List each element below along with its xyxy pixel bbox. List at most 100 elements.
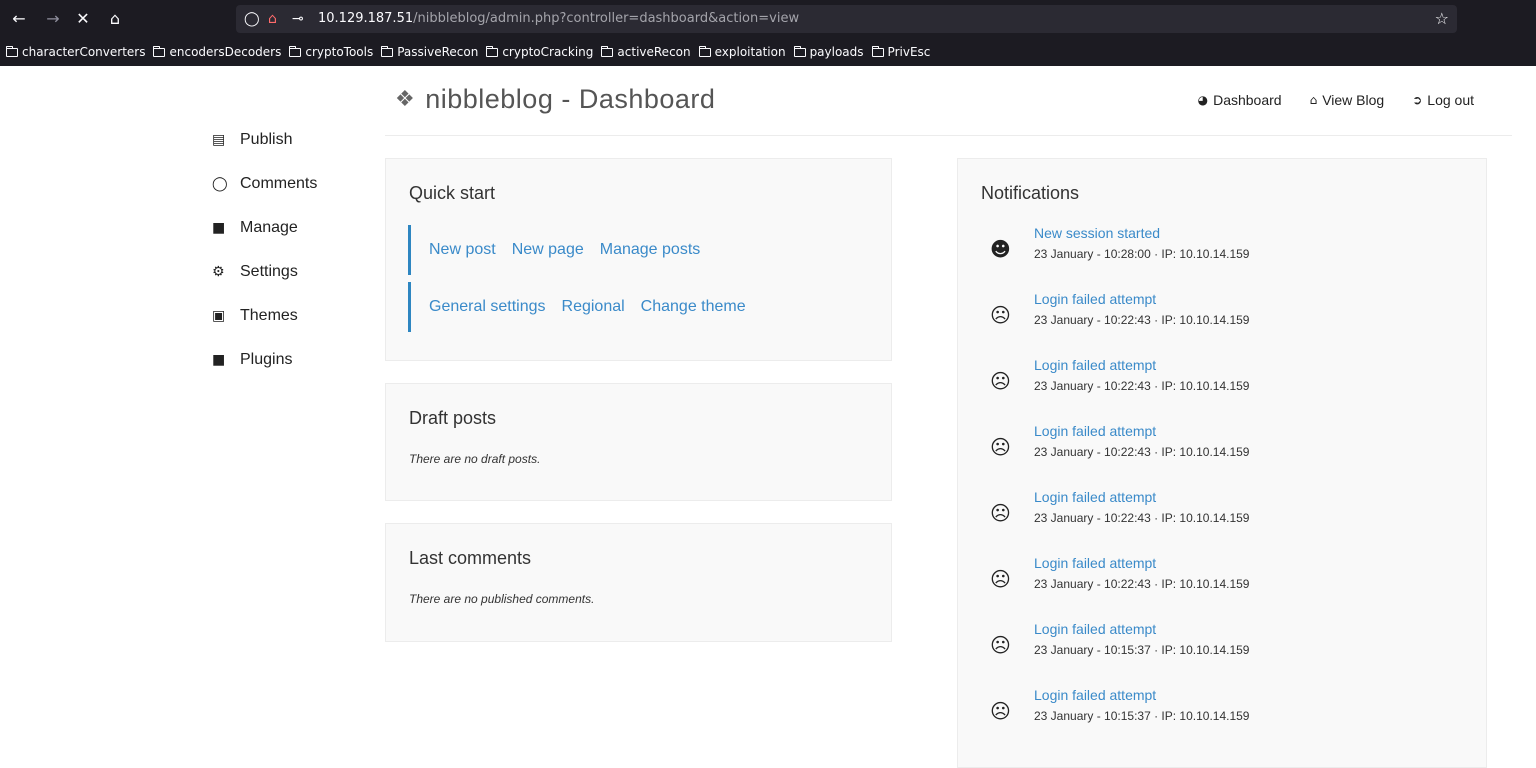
page-title-text: nibbleblog - Dashboard	[425, 84, 716, 114]
sidebar-item-themes[interactable]: ▣ Themes	[212, 294, 317, 338]
notification-title-link[interactable]: Login failed attempt	[1034, 357, 1156, 373]
url-host: 10.129.187.51	[318, 11, 414, 26]
sidebar-item-manage[interactable]: ■ Manage	[212, 206, 317, 250]
back-icon[interactable]: ←	[8, 8, 30, 30]
comment-icon: ◯	[212, 176, 228, 192]
sidebar-item-label: Manage	[240, 219, 298, 236]
bookmark-folder[interactable]: cryptoTools	[289, 45, 373, 59]
quick-start-row: General settings Regional Change theme	[408, 282, 762, 332]
notification-title-link[interactable]: Login failed attempt	[1034, 489, 1156, 505]
browser-toolbar: ← → ✕ ⌂ ◯ ⌂ ⊸ 10.129.187.51/nibbleblog/a…	[0, 0, 1536, 38]
url-text[interactable]: 10.129.187.51/nibbleblog/admin.php?contr…	[318, 9, 799, 29]
new-page-link[interactable]: New page	[512, 241, 584, 259]
regional-link[interactable]: Regional	[562, 298, 625, 316]
sidebar-item-comments[interactable]: ◯ Comments	[212, 162, 317, 206]
bookmark-label: activeRecon	[617, 45, 691, 59]
user-icon: ☻	[990, 237, 1011, 261]
new-post-link[interactable]: New post	[429, 241, 496, 259]
frown-icon: ☹	[990, 699, 1011, 723]
notification-title-link[interactable]: Login failed attempt	[1034, 555, 1156, 571]
home-icon[interactable]: ⌂	[104, 8, 126, 30]
logout-link[interactable]: ➲ Log out	[1412, 92, 1474, 108]
notification-meta: 23 January - 10:22:43 · IP: 10.10.14.159	[1034, 313, 1250, 327]
sidebar-item-label: Themes	[240, 307, 298, 324]
frown-icon: ☹	[990, 303, 1011, 327]
notifications-panel: Notifications ☻ New session started 23 Jan…	[957, 158, 1487, 768]
header-divider	[385, 135, 1512, 136]
notification-title-link[interactable]: Login failed attempt	[1034, 621, 1156, 637]
bookmark-label: exploitation	[714, 45, 786, 59]
shield-icon[interactable]: ◯	[244, 8, 260, 30]
dashboard-gauge-icon: ◕	[1197, 93, 1209, 107]
sidebar-item-label: Comments	[240, 175, 318, 192]
bookmark-folder[interactable]: payloads	[793, 45, 864, 59]
bookmark-folder[interactable]: PassiveRecon	[381, 45, 478, 59]
bookmark-label: characterConverters	[22, 45, 146, 59]
notification-title-link[interactable]: Login failed attempt	[1034, 687, 1156, 703]
notification-meta: 23 January - 10:22:43 · IP: 10.10.14.159	[1034, 379, 1250, 393]
notification-item: ☹ Login failed attempt 23 January - 10:22:…	[980, 357, 1460, 401]
notification-item: ☻ New session started 23 January - 10:28:0…	[980, 225, 1460, 269]
folder-icon	[6, 45, 18, 57]
notification-meta: 23 January - 10:22:43 · IP: 10.10.14.159	[1034, 511, 1250, 525]
frown-icon: ☹	[990, 633, 1011, 657]
notifications-title: Notifications	[981, 183, 1080, 203]
notification-meta: 23 January - 10:22:43 · IP: 10.10.14.159	[1034, 445, 1250, 459]
quick-start-title: Quick start	[409, 183, 496, 203]
sidebar: ▤ Publish ◯ Comments ■ Manage ⚙ Settings ▣ Th…	[212, 118, 317, 382]
last-comments-empty-message: There are no published comments.	[409, 592, 595, 606]
bookmark-label: PassiveRecon	[397, 45, 479, 59]
quick-start-panel: Quick start New post New page Manage pos…	[385, 158, 892, 361]
draft-posts-title: Draft posts	[409, 408, 497, 428]
stop-loading-icon[interactable]: ✕	[72, 8, 94, 30]
sidebar-item-label: Plugins	[240, 351, 293, 368]
forward-icon[interactable]: →	[42, 8, 64, 30]
bookmark-folder[interactable]: PrivEsc	[871, 45, 931, 59]
bookmark-label: cryptoTools	[305, 45, 374, 59]
frown-icon: ☹	[990, 435, 1011, 459]
folder-icon: ■	[212, 352, 226, 368]
bookmark-folder[interactable]: characterConverters	[6, 45, 145, 59]
notification-title-link[interactable]: New session started	[1034, 225, 1160, 241]
sidebar-item-settings[interactable]: ⚙ Settings	[212, 250, 317, 294]
sidebar-item-label: Publish	[240, 131, 293, 148]
bookmarks-toolbar: characterConverters encodersDecoders cry…	[0, 40, 1536, 64]
notification-item: ☹ Login failed attempt 23 January - 10:22:…	[980, 489, 1460, 533]
bookmark-label: PrivEsc	[887, 45, 931, 59]
bookmark-star-icon[interactable]: ☆	[1435, 8, 1449, 30]
folder-icon	[153, 45, 166, 57]
bookmark-label: cryptoCracking	[502, 45, 594, 59]
notification-item: ☹ Login failed attempt 23 January - 10:15:…	[980, 687, 1460, 731]
quick-start-row: New post New page Manage posts	[408, 225, 716, 275]
notification-item: ☹ Login failed attempt 23 January - 10:22:…	[980, 423, 1460, 467]
sidebar-item-publish[interactable]: ▤ Publish	[212, 118, 317, 162]
insecure-lock-icon[interactable]: ⌂	[268, 8, 277, 30]
dashboard-link[interactable]: ◕ Dashboard	[1198, 92, 1282, 108]
notification-meta: 23 January - 10:28:00 · IP: 10.10.14.159	[1034, 247, 1250, 261]
bookmark-folder[interactable]: exploitation	[698, 45, 786, 59]
top-navigation: ◕ Dashboard ⌂ View Blog ➲ Log out	[1170, 92, 1474, 108]
bookmark-label: encodersDecoders	[169, 45, 282, 59]
folder-icon	[486, 45, 499, 57]
sidebar-item-plugins[interactable]: ■ Plugins	[212, 338, 317, 382]
key-icon[interactable]: ⊸	[292, 8, 304, 30]
logout-link-label: Log out	[1427, 92, 1474, 108]
manage-posts-link[interactable]: Manage posts	[600, 241, 701, 259]
squirrel-logo-icon: ❖	[395, 87, 416, 112]
bookmark-folder[interactable]: encodersDecoders	[153, 45, 281, 59]
notification-meta: 23 January - 10:15:37 · IP: 10.10.14.159	[1034, 709, 1250, 723]
draft-posts-panel: Draft posts There are no draft posts.	[385, 383, 892, 501]
bookmark-folder[interactable]: activeRecon	[601, 45, 691, 59]
notification-title-link[interactable]: Login failed attempt	[1034, 423, 1156, 439]
notification-meta: 23 January - 10:22:43 · IP: 10.10.14.159	[1034, 577, 1250, 591]
general-settings-link[interactable]: General settings	[429, 298, 546, 316]
folder-icon	[381, 45, 394, 57]
view-blog-link[interactable]: ⌂ View Blog	[1310, 92, 1385, 108]
frown-icon: ☹	[990, 501, 1011, 525]
page-title: ❖ nibbleblog - Dashboard	[395, 84, 715, 115]
notification-item: ☹ Login failed attempt 23 January - 10:22:…	[980, 555, 1460, 599]
url-bar[interactable]: ◯ ⌂ ⊸ 10.129.187.51/nibbleblog/admin.php…	[236, 5, 1457, 33]
notification-title-link[interactable]: Login failed attempt	[1034, 291, 1156, 307]
change-theme-link[interactable]: Change theme	[641, 298, 746, 316]
bookmark-folder[interactable]: cryptoCracking	[486, 45, 593, 59]
